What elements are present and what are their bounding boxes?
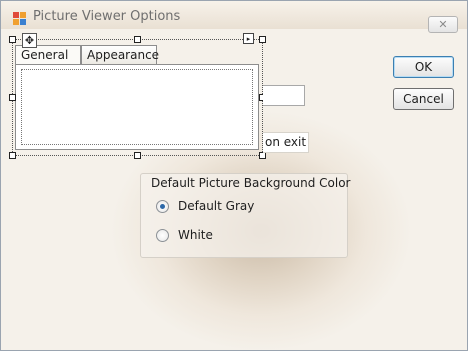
exit-checkbox-label: on exit — [265, 135, 307, 149]
options-window: Picture Viewer Options ✕ General Appeara… — [0, 0, 468, 351]
radio-default-gray[interactable] — [156, 200, 169, 213]
window-title: Picture Viewer Options — [33, 9, 181, 24]
form-icon — [13, 12, 27, 26]
resize-handle-bottom-middle[interactable] — [134, 152, 141, 159]
close-button[interactable]: ✕ — [428, 16, 458, 33]
radio-selected-dot — [160, 204, 165, 209]
background-color-group-title: Default Picture Background Color — [151, 176, 351, 190]
resize-handle-top-middle[interactable] — [134, 36, 141, 43]
title-bar[interactable]: Picture Viewer Options ✕ — [1, 1, 467, 33]
move-icon[interactable]: ✥ — [22, 33, 37, 48]
exit-checkbox[interactable]: on exit — [263, 132, 309, 153]
cancel-button[interactable]: Cancel — [393, 88, 454, 110]
radio-white-label[interactable]: White — [178, 228, 213, 242]
resize-handle-bottom-right[interactable] — [259, 152, 266, 159]
designer-selection-border — [12, 39, 263, 156]
radio-white[interactable] — [156, 229, 169, 242]
ok-button[interactable]: OK — [393, 56, 454, 78]
resize-handle-middle-left[interactable] — [9, 94, 16, 101]
resize-handle-bottom-left[interactable] — [9, 152, 16, 159]
resize-handle-top-left[interactable] — [9, 36, 16, 43]
text-input[interactable] — [263, 85, 305, 106]
resize-handle-top-right[interactable] — [259, 36, 266, 43]
radio-default-gray-label[interactable]: Default Gray — [178, 199, 254, 213]
smart-tag-icon[interactable]: ▸ — [243, 33, 254, 44]
